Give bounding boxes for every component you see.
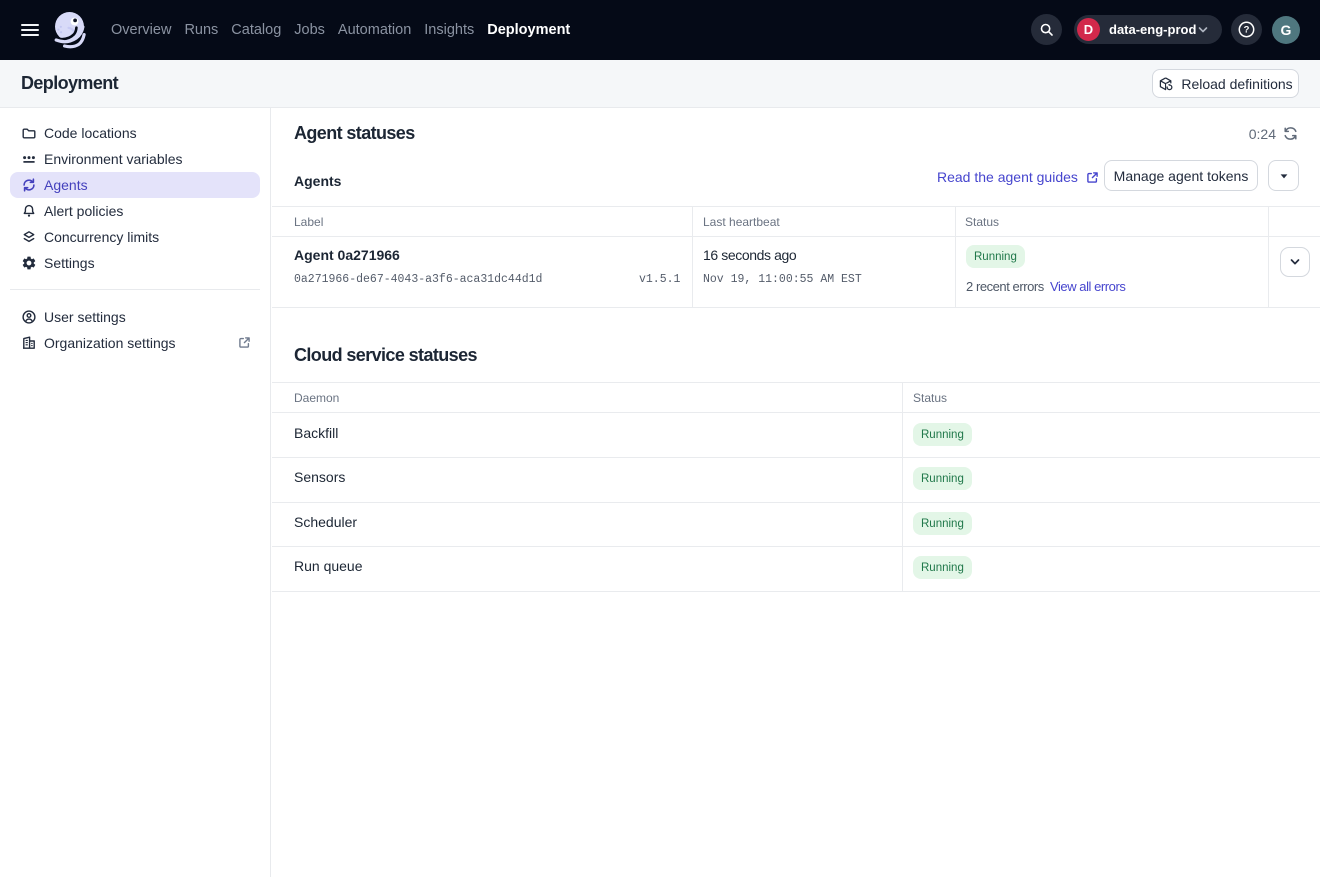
svg-text:?: ? <box>1244 25 1250 36</box>
